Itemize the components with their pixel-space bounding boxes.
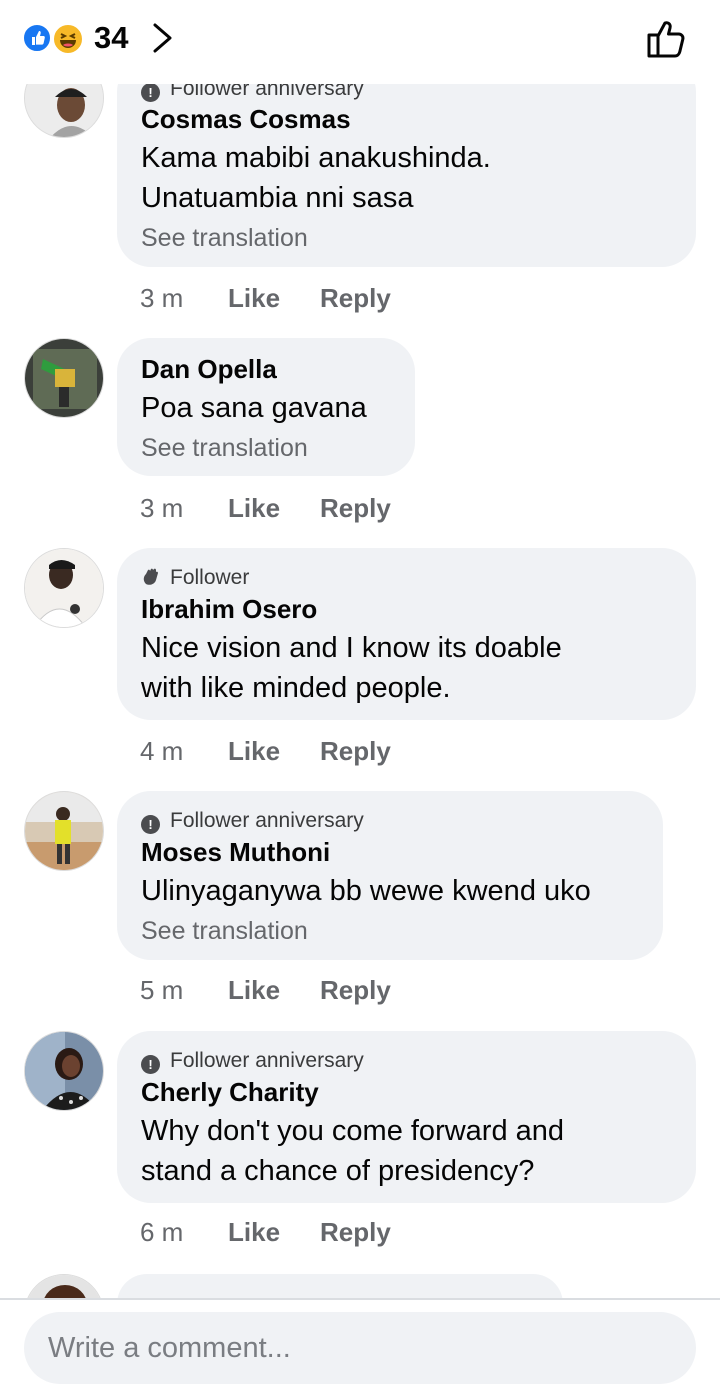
write-comment-input[interactable]: Write a comment... xyxy=(24,1312,696,1384)
comment-list[interactable]: ! Follower anniversary Cosmas Cosmas Kama… xyxy=(0,0,720,1300)
reply-button[interactable]: Reply xyxy=(320,1217,391,1248)
comment-text-line: with like minded people. xyxy=(141,672,451,704)
like-button[interactable]: Like xyxy=(228,493,280,524)
reactions-header: 34 xyxy=(0,0,720,84)
haha-reaction-icon xyxy=(52,23,84,55)
avatar[interactable] xyxy=(24,1031,104,1111)
comment-time: 3 m xyxy=(140,283,184,313)
comment-bubble[interactable]: Dan Opella Poa sana gavana See translati… xyxy=(117,338,415,476)
comment-time: 5 m xyxy=(140,975,184,1005)
comment-text-line: Kama mabibi anakushinda. xyxy=(141,142,491,174)
avatar[interactable] xyxy=(24,548,104,628)
follower-badge: Follower xyxy=(141,565,249,591)
comment-author[interactable]: Ibrahim Osero xyxy=(141,594,317,625)
reaction-count[interactable]: 34 xyxy=(94,20,128,56)
comment-bubble[interactable]: Follower Ibrahim Osero Nice vision and I… xyxy=(117,548,696,720)
waving-hand-icon xyxy=(143,568,158,585)
reply-button[interactable]: Reply xyxy=(320,283,391,314)
comment-time: 3 m xyxy=(140,493,184,523)
like-button[interactable]: Like xyxy=(228,1217,280,1248)
comment-time: 4 m xyxy=(140,736,184,766)
comment-bubble[interactable]: ! Follower anniversary Moses Muthoni Ulin… xyxy=(117,791,663,960)
avatar[interactable] xyxy=(24,338,104,418)
like-reaction-icon xyxy=(22,23,52,53)
reply-button[interactable]: Reply xyxy=(320,975,391,1006)
comment-bubble[interactable]: ! Follower anniversary Cherly Charity Why… xyxy=(117,1031,696,1203)
comment-text-line: Unatuambia nni sasa xyxy=(141,182,414,214)
chevron-right-icon[interactable] xyxy=(150,22,176,54)
avatar[interactable] xyxy=(24,791,104,871)
follower-badge: ! Follower anniversary xyxy=(141,1048,364,1074)
see-translation-link[interactable]: See translation xyxy=(141,917,308,946)
like-button[interactable]: Like xyxy=(228,283,280,314)
comment-author[interactable]: Cosmas Cosmas xyxy=(141,104,351,135)
see-translation-link[interactable]: See translation xyxy=(141,224,308,253)
follower-badge: ! Follower anniversary xyxy=(141,808,364,834)
comment-text-line: Nice vision and I know its doable xyxy=(141,632,562,664)
like-button[interactable]: Like xyxy=(228,736,280,767)
comment-author[interactable]: Moses Muthoni xyxy=(141,837,330,868)
anniversary-badge-icon: ! xyxy=(141,815,160,834)
anniversary-badge-icon: ! xyxy=(141,1055,160,1074)
comment-text-line: stand a chance of presidency? xyxy=(141,1155,535,1187)
comment-bubble[interactable] xyxy=(117,1274,563,1300)
comment-bubble[interactable]: ! Follower anniversary Cosmas Cosmas Kama… xyxy=(117,58,696,267)
comment-text-line: Poa sana gavana xyxy=(141,392,367,424)
comment-text-line: Ulinyaganywa bb wewe kwend uko xyxy=(141,875,591,907)
comment-text-line: Why don't you come forward and xyxy=(141,1115,565,1147)
comment-time: 6 m xyxy=(140,1217,184,1247)
like-button[interactable]: Like xyxy=(228,975,280,1006)
thumbs-up-outline-icon[interactable] xyxy=(644,16,688,60)
see-translation-link[interactable]: See translation xyxy=(141,434,308,463)
avatar[interactable] xyxy=(24,1274,104,1300)
reply-button[interactable]: Reply xyxy=(320,736,391,767)
comment-author[interactable]: Cherly Charity xyxy=(141,1077,319,1108)
anniversary-badge-icon: ! xyxy=(141,83,160,102)
comment-composer: Write a comment... xyxy=(0,1298,720,1384)
comment-author[interactable]: Dan Opella xyxy=(141,354,277,385)
reply-button[interactable]: Reply xyxy=(320,493,391,524)
